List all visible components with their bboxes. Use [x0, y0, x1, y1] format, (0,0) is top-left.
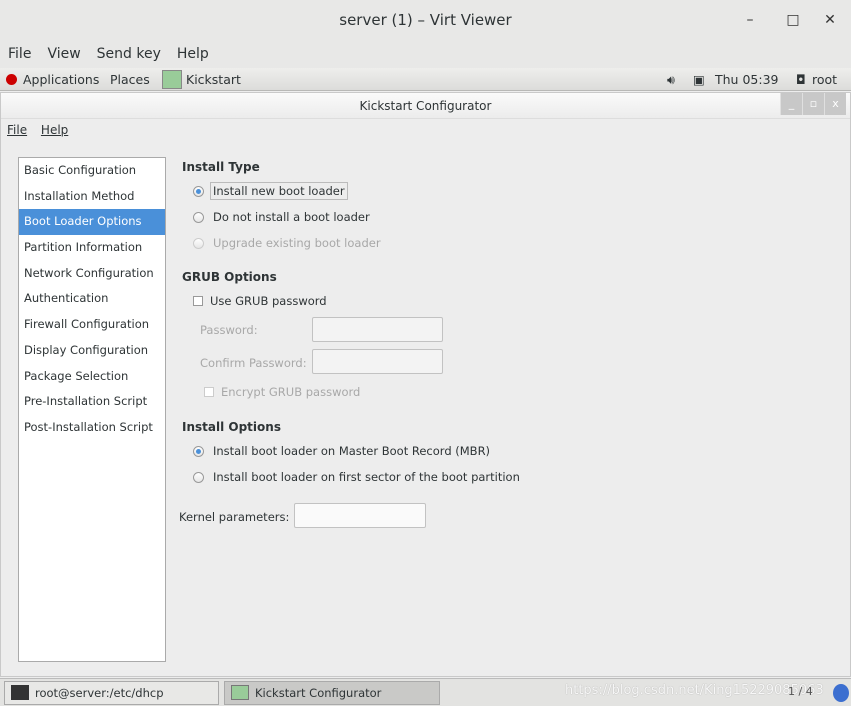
menu-file[interactable]: File — [8, 40, 31, 68]
clock[interactable]: Thu 05:39 — [715, 68, 778, 91]
radio-selected-icon — [193, 445, 204, 457]
sidebar-item-authentication[interactable]: Authentication — [19, 286, 165, 312]
kickstart-titlebar: Kickstart Configurator _ ▫ x — [1, 93, 850, 119]
password-input[interactable] — [312, 317, 443, 342]
sidebar-item-post-installation-script[interactable]: Post-Installation Script — [19, 415, 165, 441]
ks-minimize-button[interactable]: _ — [780, 93, 802, 115]
checkbox-encrypt-grub-password[interactable]: Encrypt GRUB password — [204, 385, 360, 399]
workspace-pager[interactable]: 1 / 4 — [788, 685, 813, 698]
install-options-heading: Install Options — [182, 420, 281, 434]
radio-icon — [193, 211, 204, 223]
radio-selected-icon — [193, 185, 204, 197]
app-menu[interactable]: Kickstart — [186, 68, 241, 91]
top-panel: Applications Places Kickstart 🔊︎ ▣ Thu 0… — [0, 68, 851, 91]
checkbox-icon — [204, 387, 214, 397]
ks-menu-help[interactable]: Help — [41, 123, 68, 137]
ks-maximize-button[interactable]: ▫ — [802, 93, 824, 115]
grub-options-heading: GRUB Options — [182, 270, 277, 284]
radio-upgrade-existing[interactable]: Upgrade existing boot loader — [193, 236, 381, 250]
sidebar-item-network-configuration[interactable]: Network Configuration — [19, 261, 165, 287]
menu-help[interactable]: Help — [177, 40, 209, 68]
sidebar-item-basic-configuration[interactable]: Basic Configuration — [19, 158, 165, 184]
checkbox-icon — [193, 296, 203, 306]
places-menu[interactable]: Places — [110, 68, 150, 91]
network-icon[interactable]: ▣ — [693, 68, 705, 91]
radio-install-mbr[interactable]: Install boot loader on Master Boot Recor… — [193, 444, 490, 458]
applications-menu[interactable]: Applications — [23, 68, 99, 91]
radio-icon — [193, 471, 204, 483]
sidebar-item-boot-loader-options[interactable]: Boot Loader Options — [19, 209, 165, 236]
password-label: Password: — [200, 323, 258, 337]
menu-view[interactable]: View — [47, 40, 80, 68]
maximize-button[interactable]: □ — [778, 0, 808, 40]
volume-icon[interactable]: 🔊︎ — [667, 68, 675, 91]
watermark: https://blog.csdn.net/King15229085063 — [565, 683, 824, 698]
radio-icon — [193, 237, 204, 249]
sidebar-item-installation-method[interactable]: Installation Method — [19, 184, 165, 210]
task-terminal[interactable]: root@server:/etc/dhcp — [4, 681, 219, 705]
window-titlebar: server (1) – Virt Viewer – □ ✕ — [0, 0, 851, 40]
user-menu[interactable]: root — [812, 68, 837, 91]
kickstart-window: Kickstart Configurator _ ▫ x File Help B… — [0, 92, 851, 677]
sidebar-item-firewall-configuration[interactable]: Firewall Configuration — [19, 312, 165, 338]
install-type-heading: Install Type — [182, 160, 260, 174]
category-list: Basic Configuration Installation Method … — [18, 157, 166, 662]
checkbox-use-grub-password[interactable]: Use GRUB password — [193, 294, 327, 308]
sidebar-item-pre-installation-script[interactable]: Pre-Installation Script — [19, 389, 165, 415]
confirm-password-label: Confirm Password: — [200, 356, 307, 370]
sidebar-item-package-selection[interactable]: Package Selection — [19, 364, 165, 390]
kernel-parameters-label: Kernel parameters: — [179, 510, 290, 524]
notification-icon[interactable] — [833, 684, 849, 702]
terminal-icon — [11, 685, 29, 700]
ks-menu-file[interactable]: File — [7, 123, 27, 137]
menubar: File View Send key Help — [0, 40, 851, 68]
user-icon: ◘ — [796, 72, 806, 87]
kernel-parameters-input[interactable] — [294, 503, 426, 528]
ks-menubar: File Help — [7, 123, 78, 137]
radio-install-first-sector[interactable]: Install boot loader on first sector of t… — [193, 470, 520, 484]
minimize-button[interactable]: – — [735, 0, 765, 40]
sidebar-item-partition-information[interactable]: Partition Information — [19, 235, 165, 261]
task-kickstart[interactable]: Kickstart Configurator — [224, 681, 440, 705]
redhat-icon — [6, 74, 17, 85]
confirm-password-input[interactable] — [312, 349, 443, 374]
kickstart-app-icon — [162, 70, 182, 89]
close-button[interactable]: ✕ — [815, 0, 845, 40]
taskbar: root@server:/etc/dhcp Kickstart Configur… — [0, 678, 851, 706]
ks-close-button[interactable]: x — [824, 93, 846, 115]
kickstart-title: Kickstart Configurator — [359, 99, 492, 113]
radio-do-not-install[interactable]: Do not install a boot loader — [193, 210, 370, 224]
kickstart-icon — [231, 685, 249, 700]
window-title: server (1) – Virt Viewer — [339, 11, 512, 29]
sidebar-item-display-configuration[interactable]: Display Configuration — [19, 338, 165, 364]
radio-install-new[interactable]: Install new boot loader — [193, 182, 348, 200]
menu-send-key[interactable]: Send key — [97, 40, 161, 68]
